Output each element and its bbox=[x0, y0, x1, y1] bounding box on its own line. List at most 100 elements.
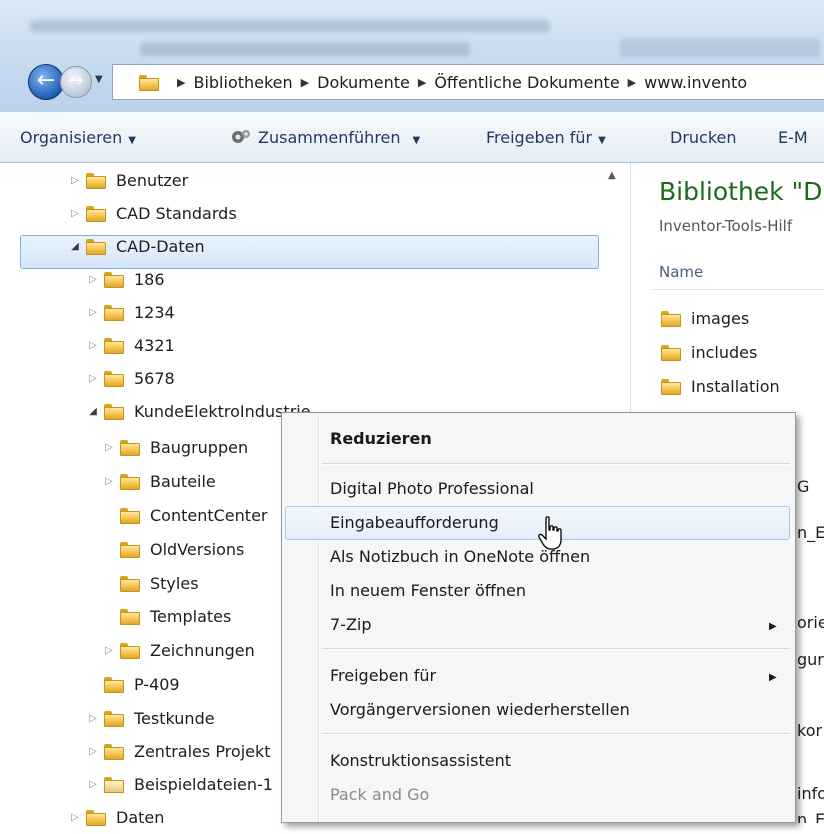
tree-item-bauteile[interactable]: ▷ Bauteile bbox=[102, 465, 216, 498]
menu-item-pack-and-go[interactable]: Pack and Go bbox=[330, 785, 429, 804]
collapse-icon[interactable]: ◢ bbox=[68, 241, 82, 252]
expand-icon[interactable]: ▷ bbox=[68, 175, 82, 186]
tree-item-label: Zeichnungen bbox=[150, 641, 255, 660]
breadcrumb-item[interactable]: Bibliotheken bbox=[193, 73, 292, 92]
back-button[interactable]: ← bbox=[28, 64, 64, 100]
tree-item-1234[interactable]: ▷ 1234 bbox=[86, 296, 175, 329]
folder-icon bbox=[139, 74, 159, 91]
hand-cursor-icon bbox=[538, 516, 562, 550]
tree-item-templates[interactable]: Templates bbox=[102, 600, 231, 633]
tree-item-daten[interactable]: ▷ Daten bbox=[68, 801, 164, 834]
library-title: Bibliothek "D bbox=[659, 177, 823, 206]
tree-item-styles[interactable]: Styles bbox=[102, 567, 199, 600]
expand-icon[interactable]: ▷ bbox=[102, 645, 116, 656]
submenu-arrow-icon: ▶ bbox=[769, 621, 777, 632]
tree-item-4321[interactable]: ▷ 4321 bbox=[86, 329, 175, 362]
file-label-partial: info bbox=[797, 784, 824, 803]
file-item[interactable]: images bbox=[661, 303, 749, 333]
chevron-right-icon[interactable]: ▶ bbox=[177, 76, 185, 89]
file-item[interactable]: Installation bbox=[661, 371, 780, 401]
column-divider bbox=[651, 289, 824, 290]
tree-item-label: Beispieldateien-1 bbox=[134, 775, 273, 794]
menu-item-7zip[interactable]: 7-Zip bbox=[330, 615, 372, 634]
file-label-partial: G bbox=[797, 477, 810, 496]
expand-icon[interactable]: ▷ bbox=[102, 476, 116, 487]
tree-item-label: Baugruppen bbox=[150, 438, 249, 457]
folder-icon bbox=[104, 304, 124, 321]
tree-item-benutzer[interactable]: ▷ Benutzer bbox=[68, 164, 188, 197]
breadcrumb-item[interactable]: Dokumente bbox=[317, 73, 410, 92]
folder-icon bbox=[661, 310, 681, 327]
scroll-up-icon[interactable]: ▲ bbox=[608, 170, 616, 181]
expand-icon[interactable]: ▷ bbox=[86, 307, 100, 318]
expand-icon[interactable]: ▷ bbox=[68, 208, 82, 219]
menu-item-design-assistant[interactable]: Konstruktionsassistent bbox=[330, 751, 511, 770]
chevron-right-icon[interactable]: ▶ bbox=[628, 76, 636, 89]
folder-icon bbox=[120, 439, 140, 456]
folder-icon bbox=[86, 809, 106, 826]
tree-item-beispieldateien[interactable]: ▷ Beispieldateien-1 bbox=[86, 768, 273, 801]
menu-item-digital-photo-professional[interactable]: Digital Photo Professional bbox=[330, 479, 534, 498]
command-bar: Organisieren ▼ Zusammenführen ▼ Freigeben … bbox=[0, 112, 824, 163]
chevron-right-icon[interactable]: ▶ bbox=[418, 76, 426, 89]
tree-item-label: CAD-Daten bbox=[116, 237, 205, 256]
tree-item-label: 186 bbox=[134, 270, 165, 289]
menu-item-command-prompt[interactable]: Eingabeaufforderung bbox=[330, 513, 499, 532]
expand-icon[interactable]: ▷ bbox=[86, 274, 100, 285]
expand-icon[interactable]: ▷ bbox=[86, 746, 100, 757]
tree-item-zentrales-projekt[interactable]: ▷ Zentrales Projekt bbox=[86, 735, 270, 768]
expand-icon[interactable]: ▷ bbox=[102, 442, 116, 453]
folder-icon bbox=[120, 473, 140, 490]
folder-icon bbox=[120, 575, 140, 592]
folder-icon bbox=[104, 370, 124, 387]
file-label-partial: orie bbox=[797, 613, 824, 632]
collapse-icon[interactable]: ◢ bbox=[86, 406, 100, 417]
menu-item-new-window[interactable]: In neuem Fenster öffnen bbox=[330, 581, 526, 600]
expand-icon[interactable]: ▷ bbox=[86, 373, 100, 384]
print-button[interactable]: Drucken bbox=[670, 128, 737, 147]
tree-item-oldversions[interactable]: OldVersions bbox=[102, 533, 244, 566]
file-item[interactable]: includes bbox=[661, 337, 757, 367]
tree-item-186[interactable]: ▷ 186 bbox=[86, 263, 165, 296]
menu-item-share[interactable]: Freigeben für bbox=[330, 666, 436, 685]
folder-icon bbox=[104, 776, 124, 793]
library-subtitle: Inventor-Tools-Hilf bbox=[659, 217, 793, 235]
menu-item-restore-versions[interactable]: Vorgängerversionen wiederherstellen bbox=[330, 700, 630, 719]
share-button[interactable]: Freigeben für ▼ bbox=[486, 128, 606, 147]
tree-item-label: ContentCenter bbox=[150, 506, 268, 525]
tree-item-cad-daten[interactable]: ◢ CAD-Daten bbox=[68, 230, 205, 263]
folder-icon bbox=[86, 205, 106, 222]
menu-item-collapse[interactable]: Reduzieren bbox=[330, 429, 432, 448]
merge-button[interactable]: Zusammenführen ▼ bbox=[230, 128, 420, 147]
chevron-right-icon[interactable]: ▶ bbox=[301, 76, 309, 89]
tree-item-5678[interactable]: ▷ 5678 bbox=[86, 362, 175, 395]
address-bar[interactable]: ▶ Bibliotheken ▶ Dokumente ▶ Öffentliche… bbox=[112, 64, 824, 100]
tree-item-cad-standards[interactable]: ▷ CAD Standards bbox=[68, 197, 237, 230]
folder-icon bbox=[86, 172, 106, 189]
breadcrumb-item[interactable]: www.invento bbox=[644, 73, 747, 92]
expand-icon[interactable]: ▷ bbox=[68, 812, 82, 823]
folder-icon bbox=[120, 642, 140, 659]
expand-icon[interactable]: ▷ bbox=[86, 779, 100, 790]
tree-item-contentcenter[interactable]: ContentCenter bbox=[102, 499, 267, 532]
breadcrumb-item[interactable]: Öffentliche Dokumente bbox=[434, 73, 619, 92]
tree-item-p-409[interactable]: P-409 bbox=[86, 668, 180, 701]
organize-button[interactable]: Organisieren ▼ bbox=[20, 128, 136, 147]
menu-bar bbox=[30, 20, 550, 32]
forward-button[interactable]: → bbox=[60, 66, 92, 98]
tree-item-label: 5678 bbox=[134, 369, 175, 388]
folder-icon bbox=[104, 676, 124, 693]
tree-item-label: P-409 bbox=[134, 675, 180, 694]
tree-item-testkunde[interactable]: ▷ Testkunde bbox=[86, 702, 214, 735]
column-header-name[interactable]: Name bbox=[659, 263, 703, 281]
history-dropdown-icon[interactable]: ▼ bbox=[95, 74, 103, 85]
tree-item-zeichnungen[interactable]: ▷ Zeichnungen bbox=[102, 634, 255, 667]
tree-item-kundeelektroindustrie[interactable]: ◢ KundeElektroIndustrie bbox=[86, 395, 310, 428]
tree-item-label: Bauteile bbox=[150, 472, 216, 491]
expand-icon[interactable]: ▷ bbox=[86, 340, 100, 351]
tree-item-baugruppen[interactable]: ▷ Baugruppen bbox=[102, 431, 248, 464]
expand-icon[interactable]: ▷ bbox=[86, 713, 100, 724]
email-button[interactable]: E-M bbox=[778, 128, 808, 147]
file-label-partial: n_E bbox=[797, 810, 824, 823]
tree-item-label: CAD Standards bbox=[116, 204, 237, 223]
